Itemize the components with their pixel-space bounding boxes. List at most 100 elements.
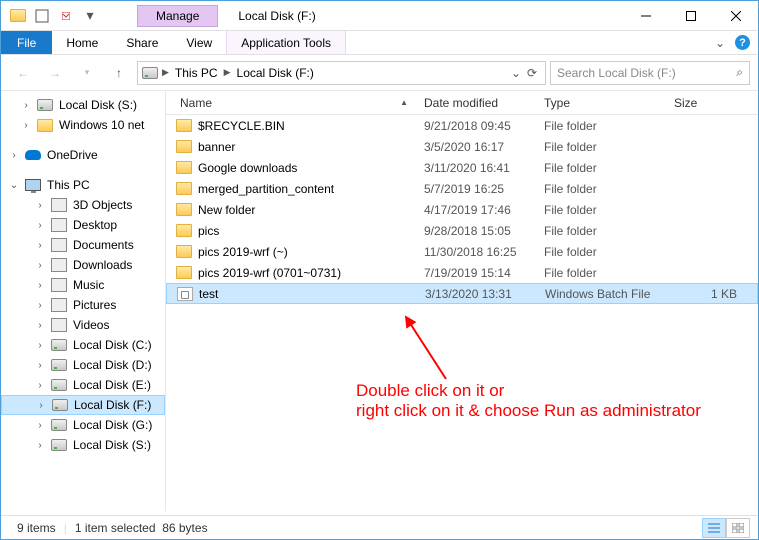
file-date: 3/11/2020 16:41 — [416, 161, 536, 175]
sidebar-label: Local Disk (D:) — [73, 358, 152, 372]
file-date: 11/30/2018 16:25 — [416, 245, 536, 259]
sidebar-item[interactable]: ›Local Disk (D:) — [1, 355, 165, 375]
column-name[interactable]: Name▲ — [166, 96, 416, 110]
ribbon-expand-icon[interactable]: ⌄ — [715, 36, 725, 50]
sidebar-label: Music — [73, 278, 104, 292]
column-size[interactable]: Size — [666, 96, 758, 110]
file-list[interactable]: $RECYCLE.BIN9/21/2018 09:45File folderba… — [166, 115, 758, 511]
sidebar-item-onedrive[interactable]: ›OneDrive — [1, 145, 165, 165]
file-row[interactable]: $RECYCLE.BIN9/21/2018 09:45File folder — [166, 115, 758, 136]
sidebar-item-local-disk-s[interactable]: ›Local Disk (S:) — [1, 95, 165, 115]
sidebar-label: Windows 10 net — [59, 118, 144, 132]
generic-icon — [51, 298, 67, 312]
sidebar-item[interactable]: ›3D Objects — [1, 195, 165, 215]
generic-icon — [51, 318, 67, 332]
overflow-icon[interactable]: ▾ — [79, 5, 101, 27]
file-row[interactable]: pics 2019-wrf (0701~0731)7/19/2019 15:14… — [166, 262, 758, 283]
chevron-right-icon[interactable]: ▶ — [162, 67, 169, 78]
sidebar-label: Pictures — [73, 298, 116, 312]
pc-icon — [25, 179, 41, 191]
sidebar-item[interactable]: ›Local Disk (C:) — [1, 335, 165, 355]
address-dropdown-icon[interactable]: ⌄ — [511, 66, 521, 80]
sidebar-item[interactable]: ›Documents — [1, 235, 165, 255]
folder-icon — [37, 119, 53, 132]
search-icon[interactable]: ⌕ — [736, 65, 743, 80]
sidebar-label: Local Disk (F:) — [74, 398, 151, 412]
sidebar-item-this-pc[interactable]: ⌄This PC — [1, 175, 165, 195]
search-placeholder: Search Local Disk (F:) — [557, 66, 730, 80]
file-row[interactable]: pics9/28/2018 15:05File folder — [166, 220, 758, 241]
column-label: Name — [180, 96, 212, 110]
context-tab-manage[interactable]: Manage — [137, 5, 218, 27]
sidebar-item[interactable]: ›Local Disk (E:) — [1, 375, 165, 395]
folder-icon[interactable] — [7, 5, 29, 27]
sidebar-item[interactable]: ›Music — [1, 275, 165, 295]
tab-application-tools[interactable]: Application Tools — [226, 31, 346, 54]
properties-icon[interactable] — [31, 5, 53, 27]
search-input[interactable]: Search Local Disk (F:) ⌕ — [550, 61, 750, 85]
chevron-right-icon[interactable]: ▶ — [224, 67, 231, 78]
close-button[interactable] — [713, 1, 758, 30]
file-type: Windows Batch File — [537, 287, 667, 301]
file-row[interactable]: test3/13/2020 13:31Windows Batch File1 K… — [166, 283, 758, 304]
column-type[interactable]: Type — [536, 96, 666, 110]
file-tab[interactable]: File — [1, 31, 52, 54]
maximize-button[interactable] — [668, 1, 713, 30]
sidebar-label: Videos — [73, 318, 109, 332]
sidebar-item[interactable]: ›Local Disk (F:) — [1, 395, 165, 415]
breadcrumb-this-pc[interactable]: This PC — [173, 66, 220, 80]
sidebar-label: Local Disk (E:) — [73, 378, 151, 392]
column-date-modified[interactable]: Date modified — [416, 96, 536, 110]
forward-button[interactable]: → — [41, 59, 69, 87]
file-row[interactable]: New folder4/17/2019 17:46File folder — [166, 199, 758, 220]
file-name: banner — [198, 140, 235, 154]
sidebar-item[interactable]: ›Videos — [1, 315, 165, 335]
file-row[interactable]: merged_partition_content5/7/2019 16:25Fi… — [166, 178, 758, 199]
tab-share[interactable]: Share — [112, 31, 172, 54]
sidebar-label: 3D Objects — [73, 198, 132, 212]
file-type: File folder — [536, 119, 666, 133]
sidebar-label: Documents — [73, 238, 134, 252]
sidebar-item[interactable]: ›Local Disk (G:) — [1, 415, 165, 435]
back-button[interactable]: ← — [9, 59, 37, 87]
help-icon[interactable]: ? — [735, 35, 750, 50]
sidebar-label: Local Disk (S:) — [59, 98, 137, 112]
file-type: File folder — [536, 140, 666, 154]
folder-icon — [176, 266, 192, 279]
drive-icon — [142, 67, 158, 79]
thumbnails-view-button[interactable] — [726, 518, 750, 538]
recent-dropdown[interactable]: ▾ — [73, 59, 101, 87]
file-name: pics 2019-wrf (~) — [198, 245, 288, 259]
address-row: ← → ▾ ↑ ▶ This PC ▶ Local Disk (F:) ⌄ ⟳ … — [1, 55, 758, 91]
tab-home[interactable]: Home — [52, 31, 112, 54]
file-type: File folder — [536, 245, 666, 259]
file-type: File folder — [536, 224, 666, 238]
navigation-pane[interactable]: ›Local Disk (S:) ›Windows 10 net ›OneDri… — [1, 91, 166, 511]
window-controls — [623, 1, 758, 30]
generic-icon — [51, 278, 67, 292]
refresh-icon[interactable]: ⟳ — [527, 66, 537, 80]
file-row[interactable]: pics 2019-wrf (~) 11/30/2018 16:25File fo… — [166, 241, 758, 262]
generic-icon — [51, 198, 67, 212]
minimize-button[interactable] — [623, 1, 668, 30]
details-view-button[interactable] — [702, 518, 726, 538]
sidebar-label: OneDrive — [47, 148, 98, 162]
sidebar-item[interactable]: ›Pictures — [1, 295, 165, 315]
drive-icon — [37, 99, 53, 111]
sidebar-item-windows-10-net[interactable]: ›Windows 10 net — [1, 115, 165, 135]
up-button[interactable]: ↑ — [105, 59, 133, 87]
sidebar-item[interactable]: ›Local Disk (S:) — [1, 435, 165, 455]
breadcrumb-local-disk-f[interactable]: Local Disk (F:) — [235, 66, 316, 80]
tab-view[interactable]: View — [172, 31, 226, 54]
file-date: 3/5/2020 16:17 — [416, 140, 536, 154]
sidebar-item[interactable]: ›Downloads — [1, 255, 165, 275]
quick-access-toolbar: ▾ — [1, 5, 107, 27]
qat-dropdown-icon[interactable] — [55, 5, 77, 27]
folder-icon — [176, 203, 192, 216]
file-row[interactable]: banner 3/5/2020 16:17File folder — [166, 136, 758, 157]
sidebar-item[interactable]: ›Desktop — [1, 215, 165, 235]
address-bar[interactable]: ▶ This PC ▶ Local Disk (F:) ⌄ ⟳ — [137, 61, 546, 85]
folder-icon — [176, 161, 192, 174]
status-selected-count: 1 item selected 86 bytes — [67, 521, 216, 535]
file-row[interactable]: Google downloads3/11/2020 16:41File fold… — [166, 157, 758, 178]
